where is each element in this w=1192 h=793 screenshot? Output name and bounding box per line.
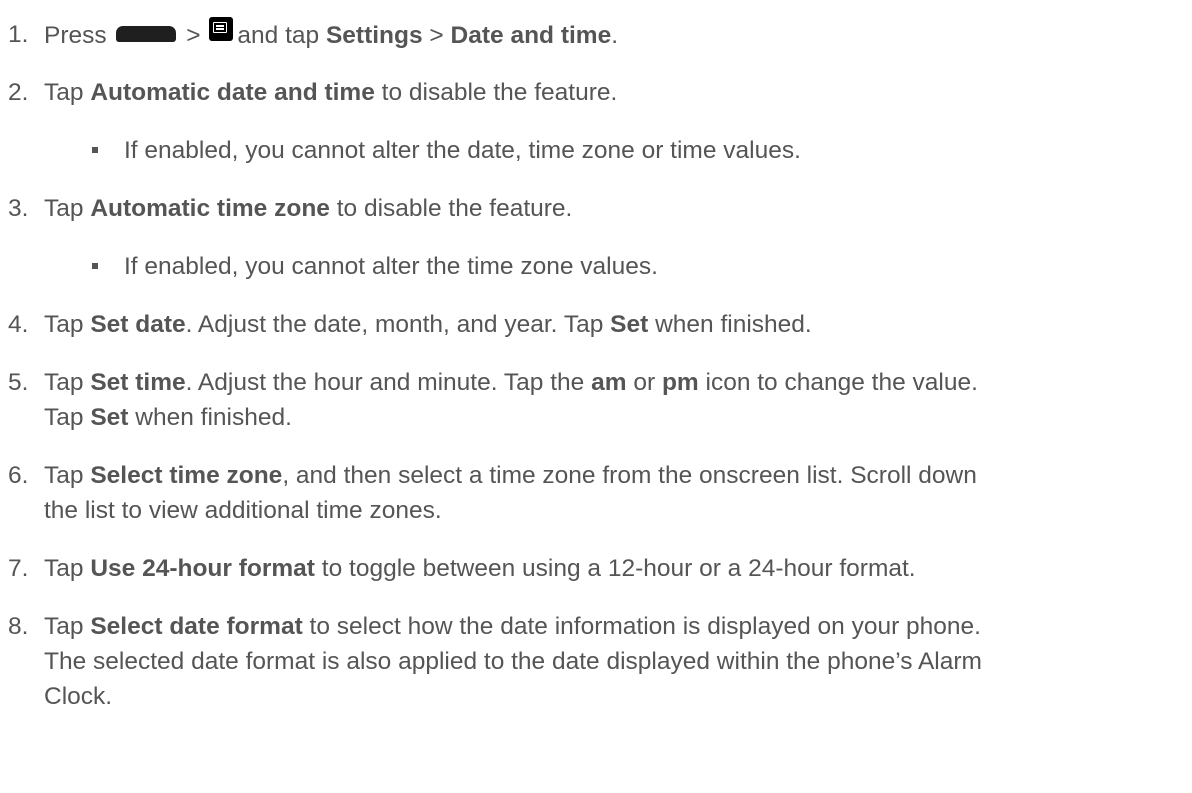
step-number: 3.	[8, 195, 29, 222]
step-text: Clock.	[44, 683, 113, 710]
step-text: Tap Select time zone, and then select a …	[44, 462, 977, 489]
step-number: 2.	[8, 79, 29, 106]
ui-term: Set	[610, 311, 649, 338]
menu-key-icon	[209, 17, 234, 41]
ui-term: Date and time	[450, 22, 612, 49]
step-text: The selected date format is also applied…	[44, 648, 982, 675]
step-number: 6.	[8, 462, 29, 489]
ui-term: am	[591, 369, 627, 396]
ui-term: Set date	[90, 311, 186, 338]
step-text: Tap Select date format to select how the…	[44, 613, 981, 640]
ui-term: pm	[661, 369, 699, 396]
step-number: 5.	[8, 369, 29, 396]
ui-term: Settings	[325, 22, 423, 49]
ui-term: Automatic date and time	[90, 79, 375, 106]
ui-term: Use 24-hour format	[90, 555, 315, 582]
bullet-icon	[92, 263, 98, 269]
step-text: Press > and tap Settings > Date and time…	[44, 17, 618, 53]
ui-term: Set time	[90, 369, 186, 396]
ui-term: Select date format	[90, 613, 303, 640]
step-text: Tap Set time. Adjust the hour and minute…	[44, 369, 978, 396]
ui-term: Select time zone	[90, 462, 283, 489]
step-text: Tap Use 24-hour format to toggle between…	[44, 555, 916, 582]
ui-term: Automatic time zone	[90, 195, 330, 222]
step-text: Tap Automatic time zone to disable the f…	[44, 195, 573, 222]
ui-term: Set	[90, 404, 129, 431]
step-number: 4.	[8, 311, 29, 338]
instructions-page: 1. Press > and tap Settings > Date and t…	[0, 0, 1192, 793]
step-text: Tap Set date. Adjust the date, month, an…	[44, 311, 812, 338]
home-key-icon	[116, 26, 177, 42]
step-text: Tap Automatic date and time to disable t…	[44, 79, 618, 106]
step-number: 8.	[8, 613, 29, 640]
step-number: 7.	[8, 555, 29, 582]
step-number: 1.	[8, 21, 29, 48]
step-text: the list to view additional time zones.	[44, 497, 442, 524]
note-text: If enabled, you cannot alter the time zo…	[124, 253, 658, 280]
bullet-icon	[92, 147, 98, 153]
note-text: If enabled, you cannot alter the date, t…	[124, 137, 801, 164]
step-text: Tap Set when finished.	[44, 404, 292, 431]
